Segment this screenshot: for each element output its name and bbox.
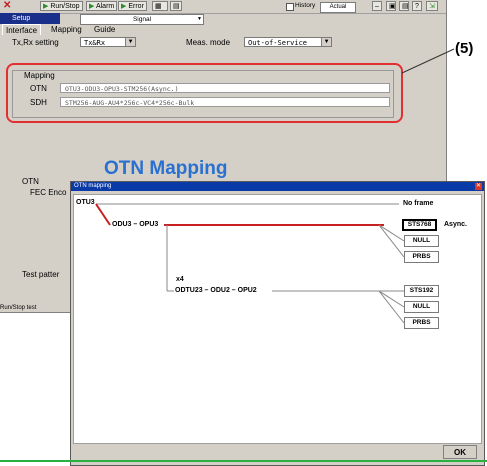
history-select[interactable]: Actual [320,2,356,13]
status-text: Run/Stop test [0,305,37,311]
alarm-label: Alarm [95,3,115,10]
otn-mapping-heading: OTN Mapping [104,158,228,179]
minus-button[interactable]: – [372,1,382,11]
error-button[interactable]: ▶ Error [118,1,147,11]
meas-mode-select[interactable]: Out-of-Service ▼ [244,37,332,47]
run-stop-label: Run/Stop [50,3,80,10]
meas-mode-value: Out-of-Service [248,39,308,47]
null-option-bottom[interactable]: NULL [404,301,439,313]
odu3-opu3-node[interactable]: ODU3 – OPU3 [112,221,159,228]
history-label: History [295,2,316,9]
dialog-titlebar: OTN mapping ✕ [71,182,484,191]
footer-rule [0,460,487,462]
error-label: Error [128,3,144,10]
async-label: Async. [444,221,467,228]
close-icon[interactable]: ✕ [475,183,482,190]
help-icon[interactable]: ? [412,1,422,11]
no-frame-option[interactable]: No frame [403,200,433,207]
chevron-down-icon: ▼ [125,38,135,46]
alarm-button[interactable]: ▶ Alarm [86,1,118,11]
sts192-option[interactable]: STS192 [404,285,439,297]
null-option-top[interactable]: NULL [404,235,439,247]
odtu-chain-node[interactable]: ODTU23 – ODU2 – OPU2 [175,287,257,294]
test-pattern-label: Test patter [22,270,60,279]
history-checkbox[interactable] [286,3,294,11]
sts768-option[interactable]: STS768 [402,219,437,231]
callout-line [401,48,455,74]
otn-mapping-dialog: OTN mapping ✕ OTU3 ODU3 – OPU3 x4 ODTU23… [70,181,485,466]
window-title: Setup [0,13,60,24]
ok-button[interactable]: OK [443,445,477,459]
grid-button[interactable]: ▦ [152,1,168,11]
tab-interface[interactable]: Interface [2,24,42,35]
dialog-title: OTN mapping [74,183,112,189]
txrx-select[interactable]: Tx&Rx ▼ [80,37,136,47]
chevron-down-icon: ▼ [321,38,331,46]
run-stop-button[interactable]: ▶ Run/Stop [40,1,83,11]
txrx-label: Tx,Rx setting [12,38,59,47]
tab-guide[interactable]: Guide [91,24,118,35]
close-icon[interactable]: ✕ [3,0,11,11]
txrx-value: Tx&Rx [84,39,106,47]
toolbar: ✕ ▶ Run/Stop ▶ Alarm ▶ Error ▦ ▤ History… [0,0,446,14]
mapping-highlight [6,63,403,123]
prbs-option-bottom[interactable]: PRBS [404,317,439,329]
tab-mapping[interactable]: Mapping [48,24,85,35]
meas-mode-label: Meas. mode [186,38,231,47]
otu3-node[interactable]: OTU3 [76,199,95,206]
mapping-diagram: OTU3 ODU3 – OPU3 x4 ODTU23 – ODU2 – OPU2… [73,194,482,444]
x4-label: x4 [176,276,184,283]
print-icon[interactable]: ▤ [399,1,409,11]
otn-section-label: OTN [22,177,39,186]
chart-button[interactable]: ▤ [170,1,182,11]
callout-number: (5) [455,40,474,57]
exit-icon[interactable]: ⇲ [426,1,438,11]
signal-label: Signal [132,16,152,23]
prbs-option-top[interactable]: PRBS [404,251,439,263]
setup-titlebar: Setup Signal ▼ [0,13,446,25]
save-icon[interactable]: ▣ [386,1,396,11]
chevron-down-icon: ▼ [197,16,202,22]
fec-encoding-label: FEC Enco [30,188,67,197]
